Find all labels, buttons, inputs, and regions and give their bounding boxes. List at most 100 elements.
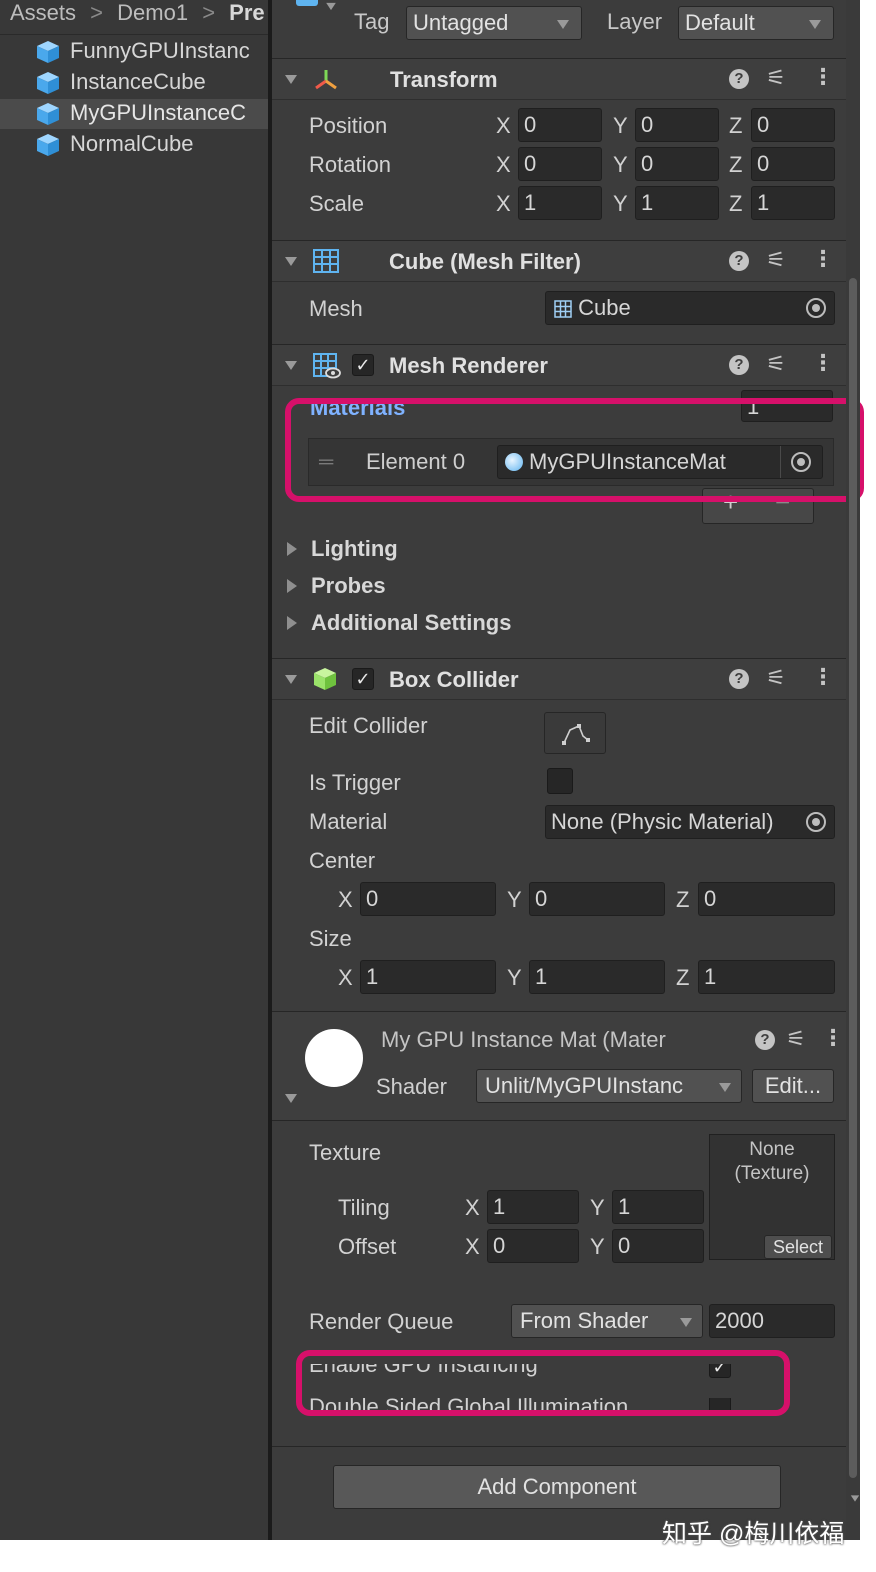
breadcrumb-demo1[interactable]: Demo1 <box>117 0 188 25</box>
scale-z-field[interactable]: 1 <box>751 186 835 220</box>
render-queue-mode: From Shader <box>520 1308 649 1333</box>
gameobject-icon <box>296 0 318 6</box>
mesh-renderer-enabled-checkbox[interactable]: ✓ <box>352 354 374 376</box>
is-trigger-checkbox[interactable] <box>547 768 573 794</box>
breadcrumb-pre[interactable]: Pre <box>229 0 264 25</box>
position-x-field[interactable]: 0 <box>518 108 602 142</box>
rotation-x-field[interactable]: 0 <box>518 147 602 181</box>
kebab-menu-icon[interactable]: ⋮ <box>812 350 834 376</box>
add-component-button[interactable]: Add Component <box>333 1465 781 1509</box>
axis-z-label: Z <box>729 113 743 138</box>
box-collider-enabled-checkbox[interactable]: ✓ <box>352 668 374 690</box>
foldout-arrow-icon[interactable] <box>285 75 297 84</box>
presets-icon[interactable]: ⚟ <box>766 247 786 273</box>
tag-dropdown[interactable]: Untagged <box>406 6 582 40</box>
divider <box>0 34 268 35</box>
shader-dropdown[interactable]: Unlit/MyGPUInstanc <box>476 1069 742 1103</box>
help-icon[interactable]: ? <box>729 669 749 689</box>
presets-icon[interactable]: ⚟ <box>786 1026 806 1052</box>
shader-label: Shader <box>376 1074 447 1099</box>
mesh-filter-header[interactable]: Cube (Mesh Filter) ? ⚟ ⋮ <box>272 240 846 282</box>
texture-slot-type: (Texture) <box>734 1163 810 1184</box>
mesh-object-field[interactable]: Cube <box>545 291 835 325</box>
help-icon[interactable]: ? <box>755 1030 775 1050</box>
shader-value: Unlit/MyGPUInstanc <box>485 1073 684 1098</box>
foldout-arrow-icon[interactable] <box>287 616 297 630</box>
object-picker-icon[interactable] <box>806 812 826 832</box>
transform-header[interactable]: Transform ? ⚟ ⋮ <box>272 58 846 100</box>
mesh-value: Cube <box>578 295 631 320</box>
kebab-menu-icon[interactable]: ⋮ <box>812 64 834 90</box>
foldout-arrow-icon[interactable] <box>287 579 297 593</box>
center-x-field[interactable]: 0 <box>360 882 496 916</box>
size-z-field[interactable]: 1 <box>698 960 835 994</box>
edit-collider-label: Edit Collider <box>309 713 428 738</box>
size-y-field[interactable]: 1 <box>529 960 665 994</box>
center-z-field[interactable]: 0 <box>698 882 835 916</box>
tiling-x-field[interactable]: 1 <box>487 1190 579 1224</box>
render-queue-dropdown[interactable]: From Shader <box>511 1304 703 1338</box>
kebab-menu-icon[interactable]: ⋮ <box>822 1025 844 1051</box>
probes-foldout[interactable]: Probes <box>311 573 386 599</box>
help-icon[interactable]: ? <box>729 251 749 271</box>
box-collider-header[interactable]: ✓ Box Collider ? ⚟ ⋮ <box>272 658 846 700</box>
axis-x-label: X <box>338 887 353 912</box>
breadcrumb-assets[interactable]: Assets <box>10 0 76 25</box>
edit-collider-button[interactable] <box>544 712 606 754</box>
prefab-cube-icon <box>37 134 59 156</box>
position-y-field[interactable]: 0 <box>635 108 719 142</box>
list-item-label: MyGPUInstanceC <box>70 100 247 125</box>
kebab-menu-icon[interactable]: ⋮ <box>812 246 834 272</box>
edit-shader-button[interactable]: Edit... <box>752 1069 834 1103</box>
presets-icon[interactable]: ⚟ <box>766 351 786 377</box>
help-icon[interactable]: ? <box>729 69 749 89</box>
render-queue-value-field[interactable]: 2000 <box>709 1304 835 1338</box>
object-picker-icon[interactable] <box>806 298 826 318</box>
offset-x-field[interactable]: 0 <box>487 1229 579 1263</box>
axis-x-label: X <box>465 1195 480 1220</box>
layer-label: Layer <box>607 9 663 34</box>
size-x-field[interactable]: 1 <box>360 960 496 994</box>
chevron-down-icon <box>326 2 336 11</box>
list-item-selected[interactable]: MyGPUInstanceC <box>0 99 268 129</box>
rotation-y-field[interactable]: 0 <box>635 147 719 181</box>
chevron-down-icon <box>809 20 821 29</box>
texture-select-button[interactable]: Select <box>764 1235 832 1259</box>
list-item[interactable]: FunnyGPUInstanc <box>0 37 268 67</box>
presets-icon[interactable]: ⚟ <box>766 665 786 691</box>
scroll-down-icon[interactable] <box>850 1495 860 1502</box>
mesh-renderer-header[interactable]: ✓ Mesh Renderer ? ⚟ ⋮ <box>272 344 846 386</box>
position-z-field[interactable]: 0 <box>751 108 835 142</box>
chevron-down-icon <box>557 20 569 29</box>
list-item[interactable]: InstanceCube <box>0 68 268 98</box>
foldout-arrow-icon[interactable] <box>285 675 297 684</box>
foldout-arrow-icon[interactable] <box>285 361 297 370</box>
tag-value: Untagged <box>413 10 509 35</box>
prefab-cube-icon <box>37 72 59 94</box>
mesh-renderer-icon <box>313 353 341 379</box>
scale-y-field[interactable]: 1 <box>635 186 719 220</box>
axis-y-label: Y <box>590 1195 605 1220</box>
lighting-foldout[interactable]: Lighting <box>311 536 398 562</box>
center-y-field[interactable]: 0 <box>529 882 665 916</box>
rotation-z-field[interactable]: 0 <box>751 147 835 181</box>
tiling-y-field[interactable]: 1 <box>612 1190 704 1224</box>
offset-y-field[interactable]: 0 <box>612 1229 704 1263</box>
scrollbar-thumb[interactable] <box>849 278 857 1478</box>
additional-settings-foldout[interactable]: Additional Settings <box>311 610 511 636</box>
list-item[interactable]: NormalCube <box>0 130 268 160</box>
kebab-menu-icon[interactable]: ⋮ <box>812 664 834 690</box>
axis-x-label: X <box>465 1234 480 1259</box>
material-label: Material <box>309 809 388 834</box>
texture-slot[interactable]: None (Texture) Select <box>709 1134 835 1260</box>
axis-y-label: Y <box>507 887 522 912</box>
help-icon[interactable]: ? <box>729 355 749 375</box>
scale-x-field[interactable]: 1 <box>518 186 602 220</box>
physic-material-field[interactable]: None (Physic Material) <box>545 805 835 839</box>
presets-icon[interactable]: ⚟ <box>766 65 786 91</box>
layer-dropdown[interactable]: Default <box>678 6 834 40</box>
foldout-arrow-icon[interactable] <box>285 1094 297 1103</box>
texture-slot-none: None <box>749 1139 795 1160</box>
foldout-arrow-icon[interactable] <box>287 542 297 556</box>
foldout-arrow-icon[interactable] <box>285 257 297 266</box>
